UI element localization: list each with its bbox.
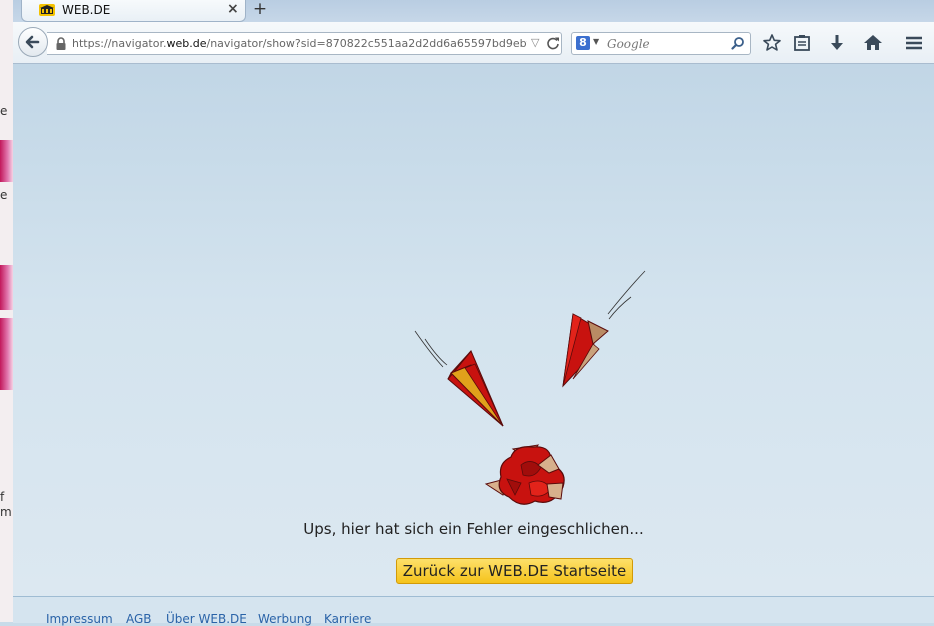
navigation-bar: https://navigator.web.de/navigator/show?… (13, 22, 934, 64)
footer: Impressum AGB Über WEB.DE Werbung Karrie… (13, 596, 934, 626)
background-text: m (0, 505, 12, 519)
webde-favicon-icon (39, 4, 55, 16)
search-engine-dropdown-icon[interactable]: ▼ (593, 37, 599, 46)
url-text: https://navigator.web.de/navigator/show?… (72, 37, 527, 50)
footer-link-karriere[interactable]: Karriere (324, 612, 371, 626)
back-arrow-icon (25, 35, 40, 49)
tab-title: WEB.DE (62, 3, 111, 17)
browser-window: WEB.DE × + https://navigator.web.de/navi… (13, 0, 934, 626)
footer-link-ueber-webde[interactable]: Über WEB.DE (166, 612, 247, 626)
error-message: Ups, hier hat sich ein Fehler eingeschli… (303, 520, 644, 538)
background-text: e (0, 104, 8, 118)
search-input[interactable]: Google (607, 37, 650, 51)
close-tab-icon[interactable]: × (227, 1, 239, 17)
background-window-strip: e e f m (0, 0, 13, 622)
search-engine-icon[interactable]: 8 (576, 36, 590, 50)
hamburger-menu-icon[interactable] (904, 33, 924, 53)
home-icon[interactable] (863, 33, 883, 53)
search-icon[interactable] (731, 36, 745, 50)
reload-icon[interactable] (546, 36, 560, 50)
crashed-rocket-pile-icon (484, 444, 565, 505)
back-to-homepage-button[interactable]: Zurück zur WEB.DE Startseite (396, 558, 633, 584)
url-bar[interactable]: https://navigator.web.de/navigator/show?… (47, 32, 562, 55)
bookmark-star-icon[interactable] (762, 33, 782, 53)
right-rocket-icon (562, 270, 646, 388)
footer-link-impressum[interactable]: Impressum (46, 612, 113, 626)
lock-icon (56, 37, 66, 50)
background-text: f (0, 490, 5, 504)
back-button[interactable] (18, 27, 48, 57)
left-rocket-icon (414, 330, 504, 427)
bookmarks-menu-icon[interactable] (792, 33, 812, 53)
footer-link-werbung[interactable]: Werbung (258, 612, 312, 626)
tab-strip: WEB.DE × + (13, 0, 934, 22)
rockets-illustration (414, 270, 646, 505)
footer-link-agb[interactable]: AGB (126, 612, 152, 626)
url-history-dropdown-icon[interactable]: ▽ (531, 36, 539, 49)
page-content: Ups, hier hat sich ein Fehler eingeschli… (13, 64, 934, 596)
background-text: e (0, 188, 8, 202)
download-icon[interactable] (827, 33, 847, 53)
tab-webde[interactable]: WEB.DE × (21, 0, 246, 22)
search-bar[interactable]: 8 ▼ Google (571, 32, 751, 55)
new-tab-button[interactable]: + (249, 0, 271, 20)
